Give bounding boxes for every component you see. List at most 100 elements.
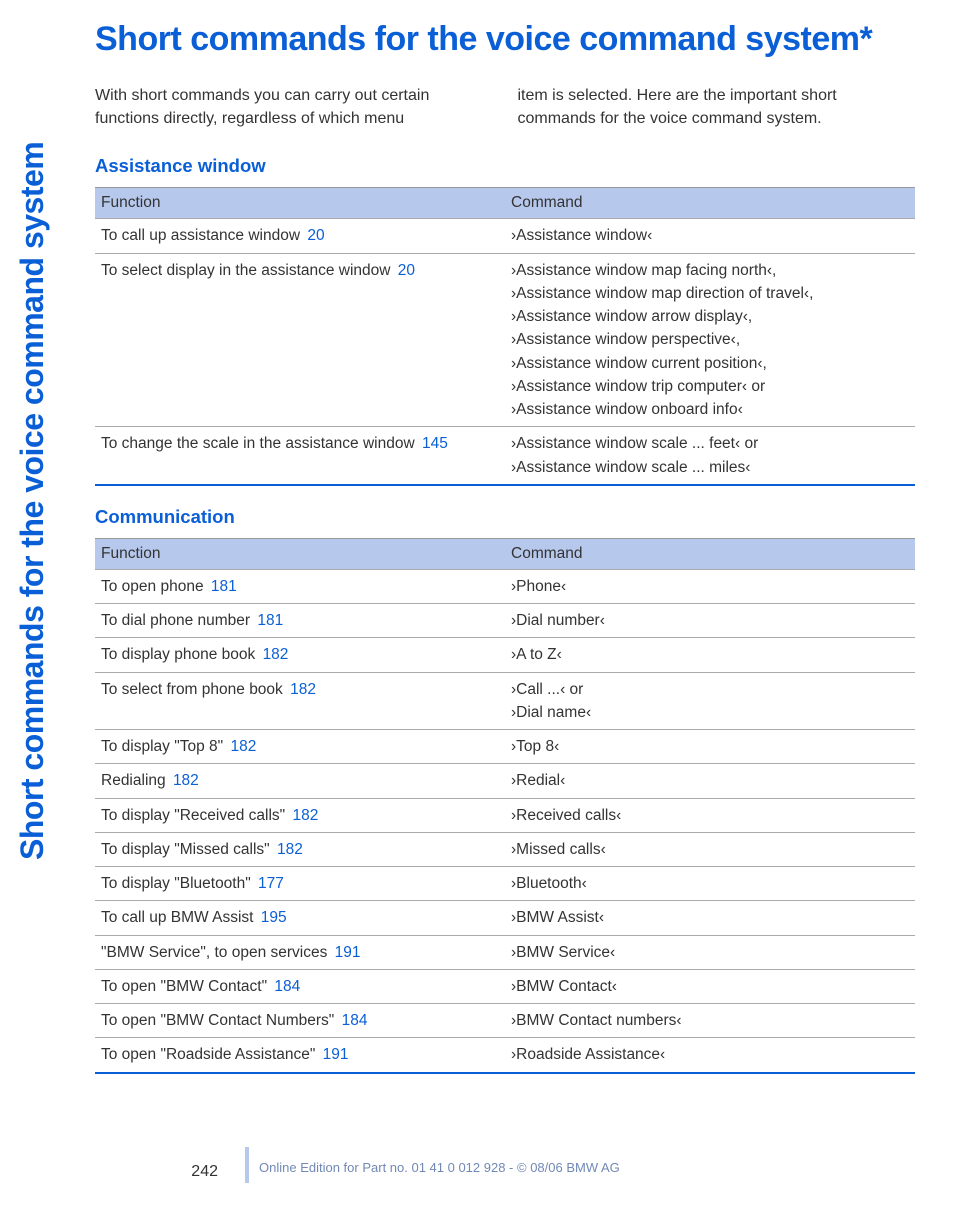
page-reference[interactable]: 182 [230,738,256,755]
command-cell: ›BMW Contact‹ [505,969,915,1003]
sections-container: Assistance windowFunctionCommandTo call … [95,155,915,1073]
table-row: To change the scale in the assistance wi… [95,427,915,485]
intro-paragraph: With short commands you can carry out ce… [95,84,915,130]
function-text: To select display in the assistance wind… [101,262,395,279]
table-row: To open phone 181›Phone‹ [95,569,915,603]
page-reference[interactable]: 182 [292,807,318,824]
function-cell: To display "Top 8" 182 [95,730,505,764]
page-reference[interactable]: 20 [307,227,324,244]
table-row: To display "Bluetooth" 177›Bluetooth‹ [95,867,915,901]
command-cell: ›BMW Contact numbers‹ [505,1004,915,1038]
function-text: To display "Received calls" [101,807,289,824]
table-row: To display "Received calls" 182›Received… [95,798,915,832]
function-cell: "BMW Service", to open services 191 [95,935,505,969]
function-text: Redialing [101,772,170,789]
function-text: To change the scale in the assistance wi… [101,435,419,452]
command-cell: ›Received calls‹ [505,798,915,832]
function-text: To call up BMW Assist [101,909,258,926]
function-text: To open "BMW Contact" [101,978,271,995]
function-cell: To open "Roadside Assistance" 191 [95,1038,505,1073]
page-content: Short commands for the voice command sys… [95,20,915,1094]
function-text: To call up assistance window [101,227,304,244]
command-cell: ›Top 8‹ [505,730,915,764]
function-cell: To open "BMW Contact Numbers" 184 [95,1004,505,1038]
page-reference[interactable]: 20 [398,262,415,279]
function-text: To select from phone book [101,681,287,698]
page-reference[interactable]: 184 [342,1012,368,1029]
function-cell: To open "BMW Contact" 184 [95,969,505,1003]
page-reference[interactable]: 181 [211,578,237,595]
command-cell: ›Assistance window‹ [505,219,915,253]
function-cell: To open phone 181 [95,569,505,603]
command-cell: ›Dial number‹ [505,604,915,638]
command-cell: ›Assistance window scale ... feet‹ or›As… [505,427,915,485]
sidebar-section-title: Short commands for the voice command sys… [14,142,51,860]
function-text: To display "Missed calls" [101,841,274,858]
function-text: "BMW Service", to open services [101,944,332,961]
page-reference[interactable]: 182 [277,841,303,858]
page-title: Short commands for the voice command sys… [95,20,915,59]
page-number: 242 [191,1163,233,1181]
command-cell: ›Bluetooth‹ [505,867,915,901]
function-cell: To call up BMW Assist 195 [95,901,505,935]
command-cell: ›BMW Assist‹ [505,901,915,935]
function-text: To display "Top 8" [101,738,227,755]
page-reference[interactable]: 195 [261,909,287,926]
table-row: To open "Roadside Assistance" 191›Roadsi… [95,1038,915,1073]
page-reference[interactable]: 182 [290,681,316,698]
function-text: To dial phone number [101,612,254,629]
table-row: To display "Missed calls" 182›Missed cal… [95,832,915,866]
function-text: To open "Roadside Assistance" [101,1046,320,1063]
table-row: To call up assistance window 20›Assistan… [95,219,915,253]
intro-col-left: With short commands you can carry out ce… [95,84,493,130]
page-reference[interactable]: 182 [263,646,289,663]
table-row: To display "Top 8" 182›Top 8‹ [95,730,915,764]
table-header-function: Function [95,188,505,219]
table-row: To open "BMW Contact" 184›BMW Contact‹ [95,969,915,1003]
function-cell: To display phone book 182 [95,638,505,672]
command-cell: ›Missed calls‹ [505,832,915,866]
command-cell: ›Roadside Assistance‹ [505,1038,915,1073]
command-cell: ›BMW Service‹ [505,935,915,969]
command-cell: ›Call ...‹ or›Dial name‹ [505,672,915,730]
function-cell: To select from phone book 182 [95,672,505,730]
command-cell: ›A to Z‹ [505,638,915,672]
function-cell: To display "Missed calls" 182 [95,832,505,866]
page-reference[interactable]: 184 [274,978,300,995]
table-row: "BMW Service", to open services 191›BMW … [95,935,915,969]
function-text: To display "Bluetooth" [101,875,255,892]
function-text: To open phone [101,578,208,595]
page-reference[interactable]: 181 [257,612,283,629]
function-cell: To display "Received calls" 182 [95,798,505,832]
section-heading: Assistance window [95,155,915,177]
page-footer: 242 Online Edition for Part no. 01 41 0 … [95,1147,915,1183]
page-reference[interactable]: 177 [258,875,284,892]
section-heading: Communication [95,506,915,528]
page-reference[interactable]: 191 [335,944,361,961]
table-header-function: Function [95,538,505,569]
table-row: To dial phone number 181›Dial number‹ [95,604,915,638]
function-cell: To call up assistance window 20 [95,219,505,253]
function-text: To open "BMW Contact Numbers" [101,1012,339,1029]
function-cell: To select display in the assistance wind… [95,253,505,427]
table-row: To call up BMW Assist 195›BMW Assist‹ [95,901,915,935]
function-cell: To change the scale in the assistance wi… [95,427,505,485]
function-text: To display phone book [101,646,260,663]
page-reference[interactable]: 145 [422,435,448,452]
function-cell: Redialing 182 [95,764,505,798]
page-reference[interactable]: 191 [323,1046,349,1063]
command-cell: ›Phone‹ [505,569,915,603]
intro-col-right: item is selected. Here are the important… [518,84,916,130]
table-header-command: Command [505,538,915,569]
page-reference[interactable]: 182 [173,772,199,789]
table-row: Redialing 182›Redial‹ [95,764,915,798]
command-cell: ›Redial‹ [505,764,915,798]
table-row: To select from phone book 182›Call ...‹ … [95,672,915,730]
function-cell: To display "Bluetooth" 177 [95,867,505,901]
table-row: To select display in the assistance wind… [95,253,915,427]
edition-info: Online Edition for Part no. 01 41 0 012 … [245,1147,620,1183]
command-table: FunctionCommandTo call up assistance win… [95,187,915,486]
function-cell: To dial phone number 181 [95,604,505,638]
command-cell: ›Assistance window map facing north‹,›As… [505,253,915,427]
command-table: FunctionCommandTo open phone 181›Phone‹T… [95,538,915,1074]
